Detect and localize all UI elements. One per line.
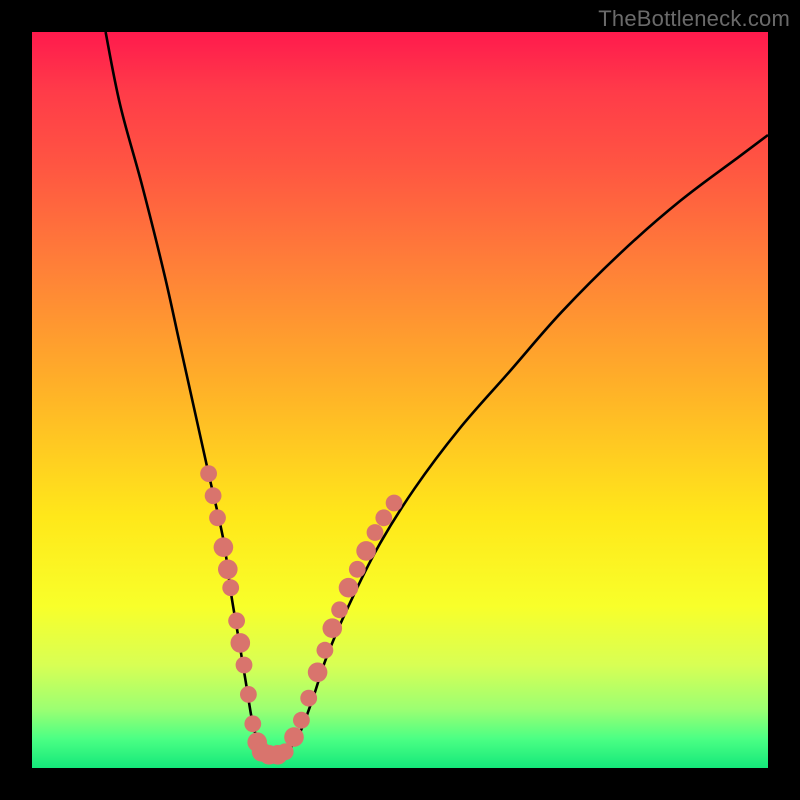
curve-marker bbox=[339, 578, 359, 598]
curve-marker bbox=[293, 712, 310, 729]
curve-marker bbox=[205, 487, 222, 504]
curve-marker bbox=[209, 509, 226, 526]
curve-marker bbox=[386, 495, 403, 512]
curve-marker bbox=[240, 686, 257, 703]
chart-svg bbox=[32, 32, 768, 768]
curve-marker bbox=[367, 524, 384, 541]
curve-marker bbox=[231, 633, 251, 653]
curve-marker bbox=[349, 561, 366, 578]
chart-plot-area bbox=[32, 32, 768, 768]
curve-marker bbox=[200, 465, 217, 482]
curve-marker bbox=[244, 715, 261, 732]
curve-marker bbox=[228, 612, 245, 629]
curve-marker bbox=[214, 537, 234, 557]
curve-marker bbox=[308, 663, 328, 683]
bottleneck-curve bbox=[106, 32, 768, 755]
curve-marker bbox=[218, 560, 238, 580]
curve-marker bbox=[375, 509, 392, 526]
curve-markers bbox=[200, 465, 402, 764]
curve-marker bbox=[331, 601, 348, 618]
curve-marker bbox=[323, 618, 343, 638]
curve-marker bbox=[284, 727, 304, 747]
watermark-text: TheBottleneck.com bbox=[598, 6, 790, 32]
chart-frame: TheBottleneck.com bbox=[0, 0, 800, 800]
curve-marker bbox=[356, 541, 376, 561]
curve-marker bbox=[236, 657, 253, 674]
curve-marker bbox=[300, 690, 317, 707]
curve-marker bbox=[222, 579, 239, 596]
curve-marker bbox=[317, 642, 334, 659]
